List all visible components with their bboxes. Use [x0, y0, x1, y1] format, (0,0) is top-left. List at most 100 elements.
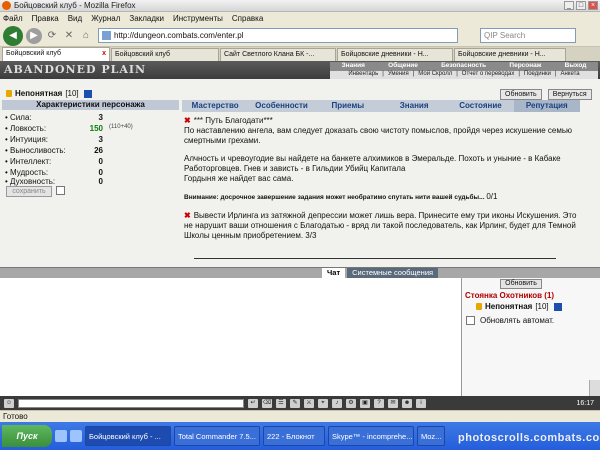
subnav-transfers[interactable]: Отчет о переводах [462, 71, 515, 79]
subnav-duels[interactable]: Поединки [524, 71, 551, 79]
tab-label: Сайт Светлого Клана БК -... [224, 51, 315, 58]
quest-1-progress: 0/1 [486, 192, 498, 201]
info-icon[interactable] [553, 302, 562, 311]
nav-security[interactable]: Безопасность [441, 62, 486, 71]
menu-file[interactable]: Файл [3, 14, 23, 23]
search-input[interactable]: QIP Search [480, 28, 576, 43]
subnav-inventory[interactable]: Инвентарь [348, 71, 378, 79]
clear-icon[interactable]: ⌫ [262, 398, 272, 408]
forward-icon[interactable]: ▶ [26, 27, 42, 44]
stat-value: 0 [98, 177, 103, 186]
chat-input[interactable] [18, 398, 244, 408]
translit-icon[interactable]: ✎ [290, 398, 300, 408]
friends-icon[interactable]: ☻ [402, 398, 412, 408]
menu-tools[interactable]: Инструменты [173, 14, 223, 23]
reload-icon[interactable]: ⟳ [45, 28, 59, 44]
stop-icon[interactable]: ✕ [62, 28, 76, 44]
nav-exit[interactable]: Выход [565, 62, 587, 71]
tab-chat[interactable]: Чат [322, 268, 346, 278]
start-button[interactable]: Пуск [2, 425, 52, 447]
tab-mastery[interactable]: Мастерство [182, 100, 248, 112]
panel-scrollbar[interactable] [589, 380, 600, 396]
chat-divider[interactable] [0, 267, 600, 278]
stat-bonus: (110+40) [109, 124, 133, 130]
tab-svetly-klan[interactable]: Сайт Светлого Клана БК -... [220, 48, 336, 61]
auto-refresh-checkbox[interactable] [466, 316, 475, 325]
chat-tabs: Чат Системные сообщения [322, 268, 439, 278]
fight-icon[interactable]: ⚔ [304, 398, 314, 408]
tab-techniques[interactable]: Приемы [315, 100, 381, 112]
tab-dnevniki-1[interactable]: Бойцовские дневники - Н... [337, 48, 453, 61]
smile-icon[interactable]: ☺ [4, 398, 14, 408]
game-top-nav: Знания Общение Безопасность Персонаж Вых… [330, 62, 598, 71]
cancel-quest-icon[interactable]: ✖ [184, 116, 191, 125]
tab-boitsovsky-active[interactable]: Бойцовский клуб x [2, 47, 110, 61]
task-skype[interactable]: Skype™ - incomprehe... [328, 426, 414, 446]
stat-endurance: • Выносливость: 26 [5, 146, 175, 157]
quest-1-body: По наставлению ангела, вам следует доказ… [184, 126, 573, 145]
menu-help[interactable]: Справка [232, 14, 263, 23]
send-icon[interactable]: ↵ [248, 398, 258, 408]
quicklaunch-icon[interactable] [70, 430, 82, 442]
character-nick[interactable]: Непонятная [15, 89, 62, 98]
quest-icon[interactable]: ? [374, 398, 384, 408]
room-refresh-button[interactable]: Обновить [500, 279, 542, 289]
quest-1-body3: Гордыня же найдет вас сама. [184, 174, 294, 183]
subnav-scroll[interactable]: Мой Скролл [418, 71, 452, 79]
nav-communication[interactable]: Общение [388, 62, 418, 71]
maximize-button[interactable]: □ [576, 1, 586, 10]
member-nick[interactable]: Непонятная [485, 302, 532, 311]
save-stats-button[interactable]: сохранить [6, 186, 52, 197]
cancel-quest-icon[interactable]: ✖ [184, 211, 191, 220]
nav-character[interactable]: Персонаж [509, 62, 541, 71]
task-firefox[interactable]: Бойцовский клуб - ... [85, 426, 171, 446]
tab-strip: Бойцовский клуб x Бойцовский клуб Сайт С… [0, 47, 600, 61]
search-placeholder: QIP Search [484, 31, 526, 40]
tab-label: Бойцовские дневники - Н... [341, 51, 429, 58]
tab-features[interactable]: Особенности [248, 100, 314, 112]
quest-2-body: Вывести Ирлинга из затяжной депрессии мо… [184, 211, 577, 240]
menu-edit[interactable]: Правка [32, 14, 59, 23]
address-bar[interactable]: http://dungeon.combats.com/enter.pl [98, 28, 458, 43]
close-button[interactable]: × [588, 1, 598, 10]
stat-intellect: • Интеллект: 0 [5, 157, 175, 168]
quicklaunch-icon[interactable] [55, 430, 67, 442]
filter-icon[interactable]: ☰ [276, 398, 286, 408]
subnav-profile[interactable]: Анкета [560, 71, 579, 79]
back-icon[interactable]: ◀ [3, 25, 23, 46]
tab-dnevniki-2[interactable]: Бойцовские дневники - Н... [454, 48, 566, 61]
quest-1-warning-row: Внимание: досрочное завершение задания м… [184, 192, 578, 203]
task-total-commander[interactable]: Total Commander 7.5... [174, 426, 260, 446]
tab-system-messages[interactable]: Системные сообщения [347, 268, 439, 278]
inventory-icon[interactable]: ▣ [360, 398, 370, 408]
chat-messages[interactable] [0, 278, 462, 396]
character-name: Непонятная [10] [6, 89, 92, 98]
save-checkbox[interactable] [56, 186, 65, 195]
refresh-button[interactable]: Обновить [500, 89, 542, 100]
content-divider [194, 258, 556, 259]
home-icon[interactable]: ⌂ [79, 28, 93, 44]
tab-boitsovsky[interactable]: Бойцовский клуб [111, 48, 219, 61]
info-icon[interactable] [83, 89, 92, 98]
tab-knowledge[interactable]: Знания [381, 100, 447, 112]
map-icon[interactable]: ⌖ [318, 398, 328, 408]
menu-bar: Файл Правка Вид Журнал Закладки Инструме… [0, 12, 600, 25]
menu-bookmarks[interactable]: Закладки [129, 14, 164, 23]
settings-icon[interactable]: ⚙ [346, 398, 356, 408]
music-icon[interactable]: ♪ [332, 398, 342, 408]
nav-knowledge[interactable]: Знания [342, 62, 365, 71]
minimize-button[interactable]: _ [564, 1, 574, 10]
return-button[interactable]: Вернуться [547, 89, 592, 100]
help-icon[interactable]: i [416, 398, 426, 408]
menu-view[interactable]: Вид [68, 14, 82, 23]
task-notepad[interactable]: 222 - Блокнот [263, 426, 325, 446]
task-moz[interactable]: Moz... [417, 426, 445, 446]
subnav-skills[interactable]: Умения [388, 71, 409, 79]
mail-icon[interactable]: ✉ [388, 398, 398, 408]
quest-2: ✖ Вывести Ирлинга из затяжной депрессии м… [184, 211, 578, 241]
menu-history[interactable]: Журнал [91, 14, 120, 23]
status-bar: Готово [0, 410, 600, 422]
tab-state[interactable]: Состояние [447, 100, 513, 112]
tab-close-icon[interactable]: x [102, 50, 106, 57]
tab-reputation[interactable]: Репутация [513, 100, 580, 112]
